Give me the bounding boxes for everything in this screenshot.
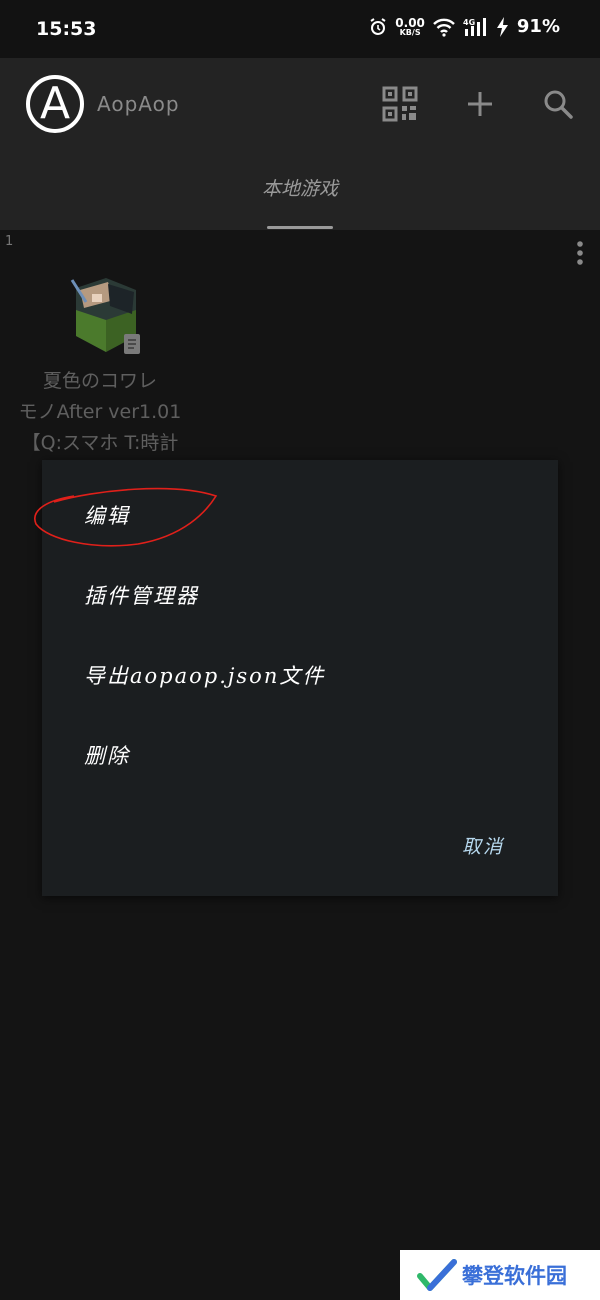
- tab-indicator: [267, 226, 333, 229]
- avatar-letter: A: [30, 79, 80, 129]
- tab-bar: 本地游戏: [0, 150, 600, 230]
- search-icon: [544, 90, 573, 119]
- search-button[interactable]: [538, 84, 578, 124]
- cancel-button[interactable]: 取消: [462, 832, 504, 859]
- app-title: AopAop: [97, 92, 180, 116]
- plus-icon: [468, 92, 492, 116]
- alarm-icon: [370, 17, 386, 35]
- app-bar: A AopAop: [0, 58, 600, 150]
- game-title: 夏色のコワレ モノAfter ver1.01 【Q:スマホ T:時計: [18, 370, 182, 454]
- svg-text:4G: 4G: [463, 18, 475, 27]
- battery-percent: 91%: [516, 16, 560, 37]
- charging-icon: [496, 16, 508, 37]
- status-icons: 0.00 KB/S 4G 91%: [368, 16, 560, 37]
- watermark-logo: 攀登软件园: [400, 1250, 600, 1300]
- more-options-button[interactable]: [570, 240, 590, 268]
- net-speed: 0.00 KB/S: [395, 15, 425, 37]
- list-index: 1: [5, 234, 14, 249]
- tab-local-games[interactable]: 本地游戏: [250, 174, 350, 201]
- context-menu-dialog: 编辑 插件管理器 导出aopaop.json文件 删除 取消: [34, 460, 558, 896]
- menu-edit[interactable]: 编辑: [84, 500, 130, 530]
- game-cover-image: [70, 278, 140, 354]
- menu-delete[interactable]: 删除: [84, 740, 130, 770]
- qr-scan-button[interactable]: [380, 84, 420, 124]
- status-time: 15:53: [36, 18, 97, 40]
- menu-export-json[interactable]: 导出aopaop.json文件: [84, 660, 325, 690]
- watermark-text: 攀登软件园: [462, 1264, 567, 1288]
- menu-plugin-manager[interactable]: 插件管理器: [84, 580, 199, 610]
- checkmark-logo-icon: [417, 1259, 457, 1291]
- add-button[interactable]: [460, 84, 500, 124]
- signal-4g-icon: 4G: [463, 17, 486, 36]
- status-bar: 15:53 0.00 KB/S 4G 91%: [0, 0, 600, 58]
- qr-code-icon: [382, 86, 418, 122]
- wifi-icon: [433, 18, 455, 37]
- more-vert-icon: [577, 241, 583, 265]
- avatar[interactable]: A: [26, 75, 84, 133]
